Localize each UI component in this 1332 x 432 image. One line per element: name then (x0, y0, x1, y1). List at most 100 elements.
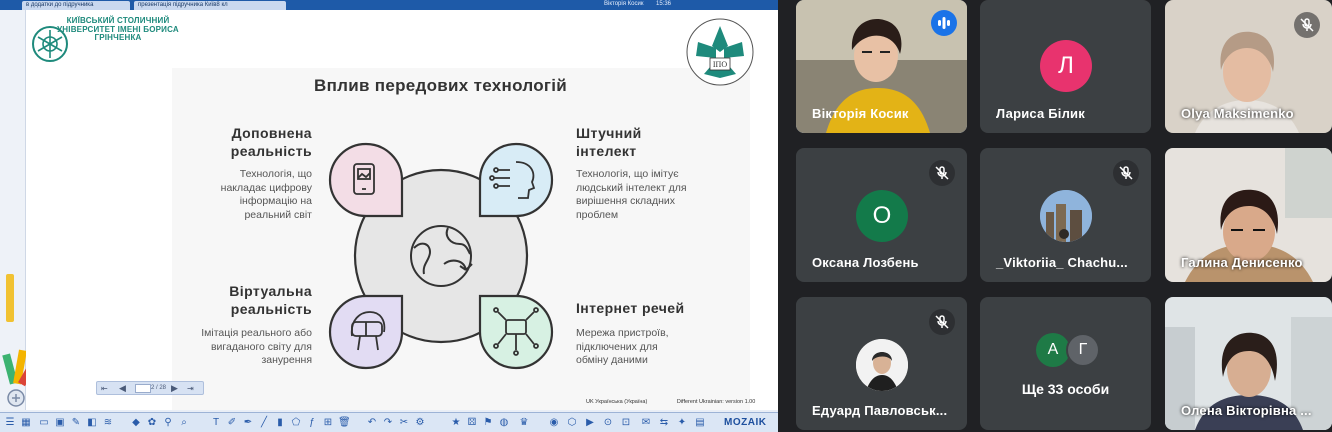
slide-navigation: ⇤ ◀ 2 / 28 ▶ ⇥ (96, 381, 204, 395)
participant-name: Olya Maksimenko (1181, 106, 1294, 121)
pip-icon[interactable]: ▤ (694, 417, 706, 429)
presenter-label: Вікторія Косик (604, 1, 644, 7)
avatar: Л (1040, 40, 1092, 92)
participant-name: Лариса Білик (996, 106, 1085, 121)
marker-icon[interactable]: ✐ (226, 417, 238, 429)
university-name: КИЇВСЬКИЙ СТОЛИЧНИЙ УНІВЕРСИТЕТ ІМЕНІ БО… (57, 16, 179, 42)
dice-icon[interactable]: ⚄ (466, 417, 478, 429)
text-icon[interactable]: T (210, 417, 222, 429)
avatar: О (856, 190, 908, 242)
browser-tab-bar: в додатки до підручника презентація підр… (0, 0, 778, 10)
side-handle[interactable] (6, 274, 14, 322)
share-icon[interactable]: ⇆ (658, 417, 670, 429)
ar-description: Технологія, що накладає цифрову інформац… (220, 168, 312, 221)
vr-heading: Віртуальна реальність (229, 283, 312, 317)
image-icon[interactable]: ▣ (54, 417, 66, 429)
status-language: UK Українська (Україна) (586, 399, 648, 405)
formula-icon[interactable]: ƒ (306, 417, 318, 429)
flag-icon[interactable]: ⚑ (482, 417, 494, 429)
meeting-window: в додатки до підручника презентація підр… (0, 0, 1332, 432)
ai-heading: Штучний інтелект (576, 125, 642, 159)
participant-name: Галина Денисенко (1181, 255, 1303, 270)
participant-tile-viktoriia-kosyk[interactable]: Вікторія Косик (796, 0, 967, 133)
more-participants-label: Ще 33 особи (1021, 381, 1110, 397)
monitor-icon[interactable]: ▭ (38, 417, 50, 429)
shape-icon[interactable]: ◆ (130, 417, 142, 429)
speaking-indicator-icon (931, 10, 957, 36)
participant-tile-viktoriia-chachu[interactable]: _Viktoriia_ Chachu... (980, 148, 1151, 282)
mic-off-icon (929, 309, 955, 335)
settings-icon[interactable]: ⚙ (414, 417, 426, 429)
petal-iot (478, 294, 554, 370)
avatar: А (1036, 333, 1070, 367)
avatar-photo (1040, 190, 1092, 242)
participant-name: Олена Вікторівна ... (1181, 403, 1312, 418)
3d-icon[interactable]: ⬡ (566, 417, 578, 429)
avatar-photo (856, 339, 908, 391)
nav-last-icon[interactable]: ⇥ (187, 384, 194, 393)
avatar-letter: А (1047, 341, 1059, 358)
pen-icon[interactable]: ✎ (70, 417, 82, 429)
video-icon[interactable]: ▶ (584, 417, 596, 429)
lock-icon[interactable]: ⊡ (620, 417, 632, 429)
page-input[interactable] (135, 384, 151, 393)
clock: 15:36 (656, 1, 672, 7)
mail-icon[interactable]: ✉ (640, 417, 652, 429)
avatar-letter: Г (1078, 341, 1088, 358)
participant-name: Оксана Лозбень (812, 255, 919, 270)
vr-description: Імітація реального або вигаданого світу … (201, 327, 312, 366)
redo-icon[interactable]: ↷ (382, 417, 394, 429)
participant-name: _Viktoriia_ Chachu... (996, 255, 1128, 270)
palette-icon[interactable]: ✿ (146, 417, 158, 429)
whiteboard-left-rail (0, 10, 38, 410)
ai-description: Технологія, що імітує людський інтелект … (576, 168, 687, 221)
participant-tile-olya-maksimenko[interactable]: Olya Maksimenko (1165, 0, 1332, 133)
line-icon[interactable]: ╱ (258, 417, 270, 429)
nav-first-icon[interactable]: ⇤ (101, 384, 108, 393)
status-version: Different Ukrainian: version 1.00 (676, 399, 756, 405)
star-icon[interactable]: ★ (450, 417, 462, 429)
participant-name: Едуард Павловськ... (812, 403, 948, 418)
highlighter-icon[interactable]: ▮ (274, 417, 286, 429)
participant-tile-oksana-lozben[interactable]: О Оксана Лозбень (796, 148, 967, 282)
nav-next-icon[interactable]: ▶ (171, 383, 178, 394)
camera-icon[interactable]: ⊙ (602, 417, 614, 429)
avatar-letter: Л (1058, 52, 1074, 79)
menu-icon[interactable]: ☰ (4, 417, 16, 429)
table-icon[interactable]: ⊞ (322, 417, 334, 429)
polygon-icon[interactable]: ⬠ (290, 417, 302, 429)
mic-off-icon (1294, 12, 1320, 38)
iot-description: Мережа пристроїв, підключених для обміну… (576, 327, 669, 366)
participant-tile-halyna-denysenko[interactable]: Галина Денисенко (1165, 148, 1332, 282)
technology-diagram (328, 142, 554, 370)
seal-abbr: ІПО (713, 60, 727, 69)
mozaik-logo[interactable]: MOZAIK (724, 417, 766, 428)
avatar: Г (1066, 333, 1100, 367)
grid-icon[interactable]: ▦ (20, 417, 32, 429)
participant-tile-eduard-pavlovsky[interactable]: Едуард Павловськ... (796, 297, 967, 430)
slide-title: Вплив передових технологій (314, 76, 568, 95)
crown-icon[interactable]: ♛ (518, 417, 530, 429)
undo-icon[interactable]: ↶ (366, 417, 378, 429)
globe-icon[interactable]: ◍ (498, 417, 510, 429)
avatar-letter: О (872, 202, 892, 229)
eraser-icon[interactable]: ◧ (86, 417, 98, 429)
mic-off-icon (929, 160, 955, 186)
tools-icon[interactable]: ✂ (398, 417, 410, 429)
record-icon[interactable]: ◉ (548, 417, 560, 429)
browser-tab-1[interactable]: в додатки до підручника (22, 1, 130, 10)
participant-tile-olena-viktorivna[interactable]: Олена Вікторівна ... (1165, 297, 1332, 430)
ar-heading: Доповнена реальність (230, 125, 312, 159)
layers-icon[interactable]: ≋ (102, 417, 114, 429)
shared-screen: в додатки до підручника презентація підр… (0, 0, 778, 432)
nav-prev-icon[interactable]: ◀ (119, 383, 126, 394)
more-participants-tile[interactable]: А Г Ще 33 особи (980, 297, 1151, 430)
participant-tile-larysa-bilyk[interactable]: Л Лариса Білик (980, 0, 1151, 133)
delete-icon[interactable]: 🗑 (338, 417, 351, 429)
iot-heading: Інтернет речей (576, 300, 685, 316)
browser-tab-2[interactable]: презентація підручника Київ8 кл (134, 1, 286, 10)
zoom-icon[interactable]: ⌕ (178, 417, 190, 429)
link-icon[interactable]: ⚲ (162, 417, 174, 429)
spotlight-icon[interactable]: ✦ (676, 417, 688, 429)
brush-icon[interactable]: ✒ (242, 417, 254, 429)
